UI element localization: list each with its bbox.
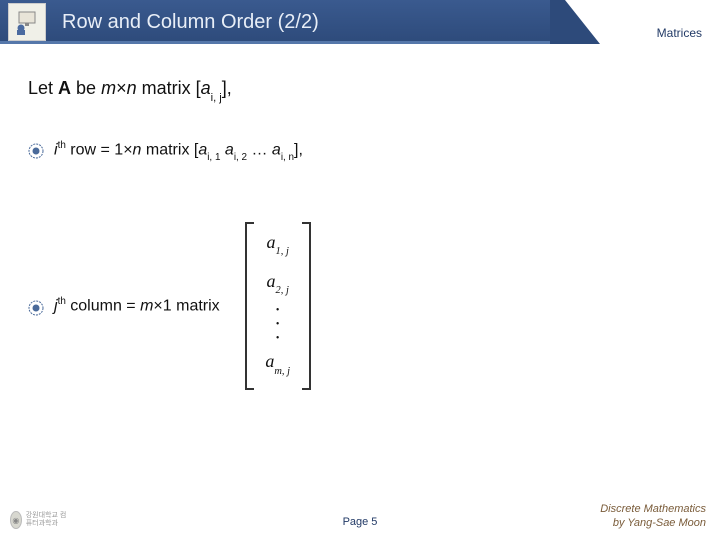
times-symbol: × bbox=[116, 78, 127, 98]
text: 1 matrix bbox=[163, 298, 220, 315]
bullet-icon bbox=[28, 300, 44, 316]
header-bar: Row and Column Order (2/2) bbox=[0, 0, 550, 44]
credit-line-1: Discrete Mathematics bbox=[600, 502, 706, 516]
bullet-row-definition: ith row = 1×n matrix [ai, 1 ai, 2 … ai, … bbox=[28, 140, 692, 162]
times-symbol: × bbox=[123, 141, 132, 158]
matrix-cell: a1, j bbox=[267, 230, 289, 263]
text: column = bbox=[66, 298, 140, 315]
var-m: m bbox=[140, 298, 153, 315]
slide-title: Row and Column Order (2/2) bbox=[62, 11, 319, 34]
text: matrix [ bbox=[141, 141, 198, 158]
column-definition-text: jth column = m×1 matrix bbox=[54, 296, 220, 315]
credit-line-2: by Yang-Sae Moon bbox=[600, 516, 706, 530]
presenter-icon bbox=[8, 3, 46, 41]
superscript: th bbox=[58, 296, 66, 307]
var-a: a bbox=[225, 141, 234, 158]
matrix-cell: am, j bbox=[265, 349, 290, 382]
bullet-column-definition: jth column = m×1 matrix a1, j a2, j • • … bbox=[28, 221, 692, 391]
slide-content: Let A be m×n matrix [ai, j], ith row = 1… bbox=[0, 48, 720, 391]
var-a: a bbox=[198, 141, 207, 158]
right-bracket-icon bbox=[300, 221, 314, 391]
credits: Discrete Mathematics by Yang-Sae Moon bbox=[600, 502, 706, 530]
vertical-dot: • bbox=[276, 321, 280, 329]
intro-line: Let A be m×n matrix [ai, j], bbox=[28, 78, 692, 102]
section-label: Matrices bbox=[657, 26, 702, 40]
matrix-name: A bbox=[58, 78, 71, 98]
subscript: 1, j bbox=[276, 246, 289, 257]
university-logo: ◉ 강원대학교 컴퓨터과학과 bbox=[10, 508, 70, 532]
text: ], bbox=[222, 78, 232, 98]
row-definition-text: ith row = 1×n matrix [ai, 1 ai, 2 … ai, … bbox=[54, 140, 303, 162]
vertical-dot: • bbox=[276, 335, 280, 343]
text: be bbox=[71, 78, 101, 98]
text: ], bbox=[294, 141, 303, 158]
slide-header: Row and Column Order (2/2) Matrices bbox=[0, 0, 720, 48]
text: matrix [ bbox=[137, 78, 201, 98]
subscript: i, n bbox=[281, 152, 294, 163]
subscript: 2, j bbox=[276, 285, 289, 296]
logo-emblem-icon: ◉ bbox=[10, 511, 22, 529]
bullet-icon bbox=[28, 143, 44, 159]
var-a: a bbox=[267, 232, 276, 252]
vertical-dot: • bbox=[276, 307, 280, 315]
subscript: i, 1 bbox=[207, 152, 220, 163]
times-symbol: × bbox=[153, 298, 162, 315]
slide-footer: ◉ 강원대학교 컴퓨터과학과 Page 5 Discrete Mathemati… bbox=[0, 504, 720, 534]
var-m: m bbox=[101, 78, 116, 98]
text: row = 1 bbox=[66, 141, 123, 158]
matrix-entries: a1, j a2, j • • • am, j bbox=[256, 224, 300, 388]
ellipsis: … bbox=[247, 141, 272, 158]
logo-text: 강원대학교 컴퓨터과학과 bbox=[26, 512, 70, 528]
column-matrix: a1, j a2, j • • • am, j bbox=[242, 221, 314, 391]
header-curve bbox=[550, 0, 600, 44]
page-number: Page 5 bbox=[343, 516, 378, 528]
subscript: i, j bbox=[211, 92, 222, 104]
var-a: a bbox=[272, 141, 281, 158]
left-bracket-icon bbox=[242, 221, 256, 391]
var-a: a bbox=[265, 351, 274, 371]
superscript: th bbox=[58, 140, 66, 151]
text: Let bbox=[28, 78, 58, 98]
var-n: n bbox=[127, 78, 137, 98]
var-a: a bbox=[267, 271, 276, 291]
subscript: i, 2 bbox=[234, 152, 247, 163]
var-a: a bbox=[201, 78, 211, 98]
matrix-cell: a2, j bbox=[267, 269, 289, 302]
subscript: m, j bbox=[274, 366, 290, 377]
